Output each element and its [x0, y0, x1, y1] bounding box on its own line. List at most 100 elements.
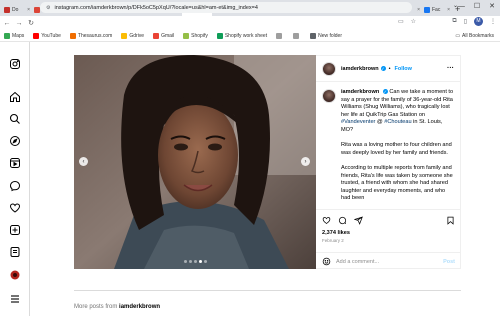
omnibox-actions: ▭ ☆: [398, 18, 416, 25]
caption-area: iamderkbrown ✓ Can we take a moment to s…: [316, 83, 461, 209]
caption-paragraph: According to multiple reports from famil…: [341, 164, 453, 202]
bookmark-label: Thesaurus.com: [77, 32, 113, 39]
post-comment-button[interactable]: Post: [443, 259, 455, 265]
tab-title: Do: [12, 6, 19, 13]
url-text: instagram.com/iamderkbrown/p/DFk5oC5pXqU…: [54, 4, 258, 11]
bookmark-label: YouTube: [41, 32, 61, 39]
verified-badge-icon: ✓: [380, 66, 386, 71]
bookmark-favicon-icon: [33, 32, 40, 39]
author-avatar[interactable]: [322, 61, 336, 76]
follow-button[interactable]: Follow: [395, 66, 412, 72]
verified-badge-icon: ✓: [382, 89, 388, 95]
tab-close-icon[interactable]: ×: [27, 7, 30, 13]
author-username[interactable]: iamderkbrown: [341, 66, 379, 72]
messenger-icon[interactable]: [8, 179, 22, 193]
more-options-icon[interactable]: ···: [447, 65, 454, 72]
instagram-logo-icon[interactable]: [8, 57, 22, 71]
explore-compass-icon[interactable]: [8, 134, 22, 148]
bookmark-item[interactable]: Shopify: [183, 32, 208, 39]
more-menu-icon[interactable]: [8, 292, 22, 306]
toolbar-right: ⧉ ▯ M ⋮: [452, 17, 496, 26]
post-photo[interactable]: ‹ ›: [74, 55, 316, 269]
post-header: iamderkbrown ✓ • Follow ···: [316, 56, 460, 82]
bookmark-favicon-icon: [293, 32, 300, 39]
minimize-button[interactable]: —: [458, 3, 465, 10]
comment-box: Add a comment... Post: [316, 252, 461, 270]
carousel-dot: [204, 260, 207, 263]
more-posts-username[interactable]: iamderkbrown: [119, 304, 160, 310]
reels-icon[interactable]: [8, 156, 22, 170]
save-bookmark-icon[interactable]: [446, 216, 455, 225]
likes-count[interactable]: 2,374 likes: [322, 230, 455, 236]
bookmark-favicon-icon: [153, 32, 160, 39]
home-icon[interactable]: [8, 90, 22, 104]
profile-avatar-icon[interactable]: [8, 268, 22, 282]
forward-icon[interactable]: →: [14, 20, 24, 27]
bookmark-favicon-icon: [69, 32, 76, 39]
like-heart-icon[interactable]: [322, 216, 331, 225]
create-plus-icon[interactable]: [8, 223, 22, 237]
instagram-sidebar: [0, 42, 30, 316]
hashtag-link[interactable]: #Chouteau: [384, 119, 411, 125]
bookmark-item[interactable]: Thesaurus.com: [69, 32, 113, 39]
reload-icon[interactable]: ↻: [26, 19, 36, 27]
bookmark-item[interactable]: [276, 32, 284, 39]
hashtag-link[interactable]: #Vandeventer: [341, 119, 375, 125]
profile-avatar[interactable]: M: [474, 17, 483, 26]
bookmark-star-icon[interactable]: ☆: [411, 18, 416, 25]
back-icon[interactable]: ←: [2, 20, 12, 27]
bookmark-favicon-icon: [183, 32, 190, 39]
share-icon[interactable]: [354, 216, 363, 225]
bookmark-item[interactable]: Shopify work sheet: [216, 32, 268, 39]
notifications-heart-icon[interactable]: [8, 201, 22, 215]
bookmark-label: Gmail: [161, 32, 175, 39]
bookmark-favicon-icon: [276, 32, 283, 39]
all-bookmarks[interactable]: ▭ All Bookmarks: [455, 33, 494, 39]
carousel-dot-active: [199, 260, 202, 263]
bookmark-label: Gdrive: [129, 32, 145, 39]
bookmark-item[interactable]: Gdrive: [121, 32, 145, 39]
extensions-icon[interactable]: ⧉: [452, 18, 456, 25]
previous-image-button[interactable]: ‹: [79, 157, 88, 166]
bookmark-item[interactable]: Maps: [4, 32, 25, 39]
emoji-icon[interactable]: [322, 257, 331, 266]
carousel-dot: [184, 260, 187, 263]
carousel-dot: [189, 260, 192, 263]
tab-title: Fac: [432, 6, 441, 13]
bookmark-label: Shopify work sheet: [224, 32, 268, 39]
bookmark-favicon-icon: [121, 32, 128, 39]
caption-avatar[interactable]: [322, 89, 336, 103]
search-icon[interactable]: [8, 112, 22, 126]
threads-icon[interactable]: [8, 245, 22, 259]
next-image-button[interactable]: ›: [301, 157, 310, 166]
bookmark-item[interactable]: New folder: [310, 32, 342, 39]
bookmark-label: New folder: [318, 32, 342, 39]
tab-close-icon[interactable]: ×: [417, 7, 420, 13]
maximize-button[interactable]: ☐: [474, 2, 480, 10]
carousel-dot: [194, 260, 197, 263]
bookmark-item[interactable]: [293, 32, 301, 39]
bookmark-item[interactable]: Gmail: [153, 32, 175, 39]
caption-username[interactable]: iamderkbrown: [341, 89, 379, 95]
bookmark-label: Shopify: [191, 32, 208, 39]
bookmark-item[interactable]: YouTube: [33, 32, 61, 39]
caption-paragraph: Rita was a loving mother to four childre…: [341, 142, 452, 156]
comment-input[interactable]: Add a comment...: [336, 259, 379, 265]
folder-icon: ▭: [455, 33, 461, 39]
post-date[interactable]: February 2: [322, 238, 455, 243]
browser-tab[interactable]: Do ×: [2, 3, 32, 16]
address-bar[interactable]: ⚙ instagram.com/iamderkbrown/p/DFk5oC5pX…: [40, 2, 412, 13]
browser-tab[interactable]: Fac ×: [422, 3, 452, 16]
site-info-icon[interactable]: ⚙: [46, 5, 50, 11]
more-posts-heading: More posts from iamderkbrown: [74, 304, 161, 310]
side-panel-icon[interactable]: ▯: [464, 18, 467, 25]
bookmark-label: Maps: [12, 32, 25, 39]
comment-icon[interactable]: [338, 216, 347, 225]
menu-icon[interactable]: ⋮: [490, 18, 496, 25]
close-window-button[interactable]: ✕: [489, 2, 495, 10]
cast-icon[interactable]: ▭: [398, 18, 404, 25]
tab-close-icon[interactable]: ×: [447, 7, 450, 13]
post-actions: 2,374 likes February 2: [316, 209, 461, 251]
post-detail-panel: iamderkbrown ✓ • Follow ··· iamderkbrown…: [316, 55, 461, 269]
bookmark-favicon-icon: [216, 32, 223, 39]
